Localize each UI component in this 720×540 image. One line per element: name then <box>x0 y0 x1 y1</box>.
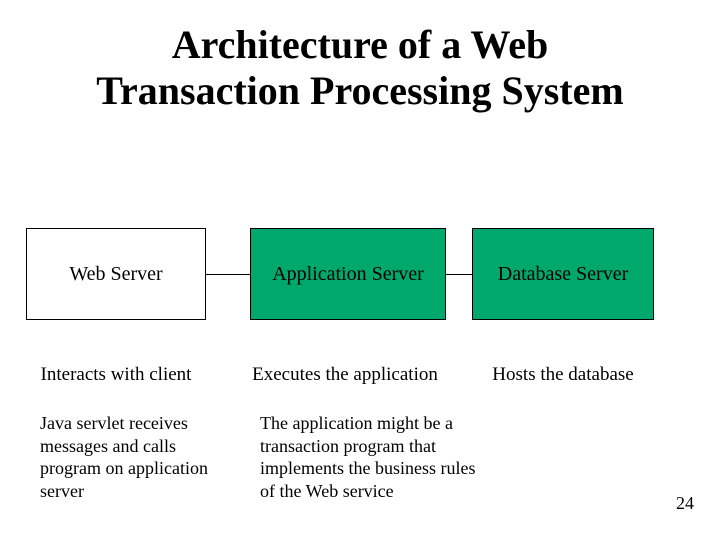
database-server-box: Database Server <box>472 228 654 320</box>
database-server-label: Database Server <box>498 263 629 286</box>
title-line2: Transaction Processing System <box>96 68 623 113</box>
web-server-box: Web Server <box>26 228 206 320</box>
connector-web-app <box>206 274 250 275</box>
slide: Architecture of a Web Transaction Proces… <box>0 0 720 540</box>
application-server-caption: Executes the application <box>235 364 455 386</box>
slide-title: Architecture of a Web Transaction Proces… <box>0 22 720 114</box>
web-server-detail: Java servlet receives messages and calls… <box>40 412 230 502</box>
application-server-box: Application Server <box>250 228 446 320</box>
web-server-label: Web Server <box>69 263 162 286</box>
page-number: 24 <box>676 493 694 514</box>
connector-app-db <box>446 274 472 275</box>
application-server-label: Application Server <box>272 263 424 286</box>
application-server-detail: The application might be a transaction p… <box>260 412 480 502</box>
database-server-caption: Hosts the database <box>472 364 654 386</box>
web-server-caption: Interacts with client <box>26 364 206 386</box>
title-line1: Architecture of a Web <box>172 22 549 67</box>
